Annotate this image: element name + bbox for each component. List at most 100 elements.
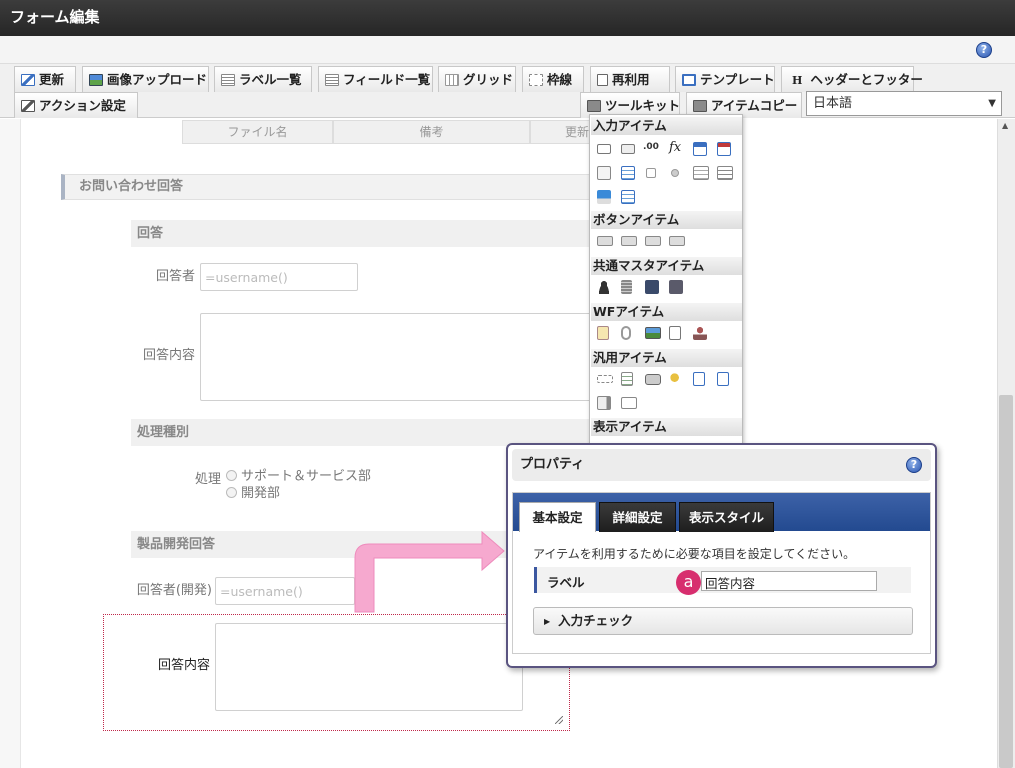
checkbox-item-icon[interactable] [646, 168, 656, 178]
tab-reuse[interactable]: 再利用 [590, 66, 670, 92]
language-value: 日本語 [813, 96, 853, 111]
comment-item-icon[interactable] [597, 326, 609, 340]
numeric-item-icon[interactable]: .00 [643, 142, 661, 156]
next-button-item-icon[interactable] [621, 236, 637, 246]
dev-answerer-label: 回答者(開発) [136, 583, 212, 598]
properties-tabbar: 基本設定 詳細設定 表示スタイル [513, 493, 930, 532]
textbox-label-item-icon[interactable] [621, 144, 635, 154]
label-list-icon [221, 74, 235, 86]
tab-toolkit-label: ツールキット [605, 98, 681, 113]
tab-field-list-label: フィールド一覧 [343, 72, 431, 87]
radio-button[interactable] [226, 487, 237, 498]
table-header-filename: ファイル名 [182, 120, 333, 144]
tab-update-label: 更新 [39, 72, 65, 87]
role-item-icon[interactable] [645, 280, 659, 294]
rich-textarea-item-icon[interactable] [717, 166, 733, 180]
action-icon [21, 100, 35, 112]
attachment-item-icon[interactable] [621, 326, 631, 340]
tab-item-icon[interactable] [621, 397, 637, 409]
date-item-icon[interactable] [693, 142, 707, 156]
organization-item-icon[interactable] [621, 280, 632, 294]
tab-field-list[interactable]: フィールド一覧 [318, 66, 433, 92]
dev-content-label: 回答内容 [157, 658, 210, 673]
scroll-up-icon[interactable]: ▲ [1002, 121, 1008, 130]
tab-label-list-label: ラベル一覧 [239, 72, 302, 87]
textarea-item-icon[interactable] [693, 166, 709, 180]
document-item-icon[interactable] [621, 372, 633, 386]
palette-header-wf: WFアイテム [591, 303, 742, 321]
answer-content-textarea[interactable] [200, 313, 591, 401]
tab-display-style[interactable]: 表示スタイル [679, 502, 774, 532]
palette-header-display: 表示アイテム [591, 418, 742, 436]
user-item-icon[interactable] [597, 280, 611, 294]
stamp-item-icon[interactable] [693, 326, 707, 340]
public-group-item-icon[interactable] [669, 280, 683, 294]
group-answer[interactable]: 回答 [131, 220, 591, 247]
section-title[interactable]: お問い合わせ回答 [61, 174, 591, 200]
list-item-icon[interactable] [621, 166, 635, 180]
hidden-item-icon[interactable] [597, 375, 613, 383]
camera-item-icon[interactable] [645, 374, 661, 385]
history-item-icon[interactable] [669, 326, 681, 340]
upload-item-icon[interactable] [693, 372, 705, 386]
properties-dialog-header: プロパティ ? [512, 449, 931, 481]
answerer-label: 回答者 [155, 269, 195, 284]
template-icon [682, 74, 696, 86]
chevron-down-icon: ▼ [988, 98, 996, 109]
tab-update[interactable]: 更新 [14, 66, 76, 92]
radio-button[interactable] [226, 470, 237, 481]
tab-border[interactable]: 枠線 [522, 66, 584, 92]
palette-header-master: 共通マスタアイテム [591, 257, 742, 275]
border-icon [529, 74, 543, 86]
input-check-accordion[interactable]: ▶ 入力チェック [533, 607, 913, 635]
properties-description: アイテムを利用するために必要な項目を設定してください。 [533, 547, 856, 561]
return-button-item-icon[interactable] [669, 236, 685, 246]
tab-action-settings[interactable]: アクション設定 [14, 92, 138, 118]
dev-answerer-field[interactable]: =username() [215, 577, 355, 605]
properties-help-icon[interactable]: ? [906, 457, 922, 473]
radio-option-dev[interactable]: 開発部 [226, 482, 280, 501]
tab-header-footer[interactable]: H ヘッダーとフッター [781, 66, 923, 92]
datetime-item-icon[interactable] [717, 142, 731, 156]
answer-content-label: 回答内容 [142, 348, 195, 363]
formula-item-icon[interactable]: fx [669, 140, 685, 155]
tab-label-list[interactable]: ラベル一覧 [214, 66, 312, 92]
label-input[interactable]: 回答内容 [701, 571, 877, 591]
help-icon[interactable]: ? [976, 42, 992, 58]
grid-item-icon[interactable] [621, 190, 635, 204]
label-field-label: ラベル [547, 575, 585, 590]
language-select[interactable]: 日本語 ▼ [806, 91, 1002, 116]
key-item-icon[interactable] [669, 372, 683, 386]
back-button-item-icon[interactable] [645, 236, 661, 246]
palette-header-input: 入力アイテム [591, 117, 742, 135]
submit-button-item-icon[interactable] [597, 236, 613, 246]
tab-grid-label: グリッド [463, 72, 514, 87]
pink-arrow-icon [354, 530, 505, 613]
tab-grid[interactable]: グリッド [438, 66, 516, 92]
palette-header-general: 汎用アイテム [591, 349, 742, 367]
tab-border-label: 枠線 [547, 72, 573, 87]
panel-item-icon[interactable] [597, 396, 611, 410]
file-upload-item-icon[interactable] [597, 190, 611, 204]
textbox-item-icon[interactable] [597, 144, 611, 154]
radio-item-icon[interactable] [671, 169, 679, 177]
tab-image-upload[interactable]: 画像アップロード [82, 66, 209, 92]
tab-image-upload-label: 画像アップロード [107, 72, 208, 87]
download-item-icon[interactable] [717, 372, 729, 386]
tab-template[interactable]: テンプレート [675, 66, 775, 92]
image-upload-icon [89, 74, 103, 86]
tab-detail-settings[interactable]: 詳細設定 [599, 502, 676, 532]
answerer-field[interactable]: =username() [200, 263, 358, 291]
label-row: ラベル a 回答内容 [534, 567, 911, 595]
dropdown-item-icon[interactable] [597, 166, 611, 180]
dev-content-textarea[interactable] [215, 623, 523, 711]
image-item-icon[interactable] [645, 327, 661, 339]
resize-handle-icon[interactable] [555, 716, 563, 724]
scrollbar-thumb[interactable] [999, 395, 1013, 768]
grid-icon [445, 74, 459, 86]
group-process-type[interactable]: 処理種別 [131, 419, 591, 446]
caret-right-icon: ▶ [544, 617, 551, 626]
window-title: フォーム編集 [0, 0, 1015, 36]
table-header-note: 備考 [333, 120, 530, 144]
tab-basic-settings[interactable]: 基本設定 [519, 502, 596, 532]
